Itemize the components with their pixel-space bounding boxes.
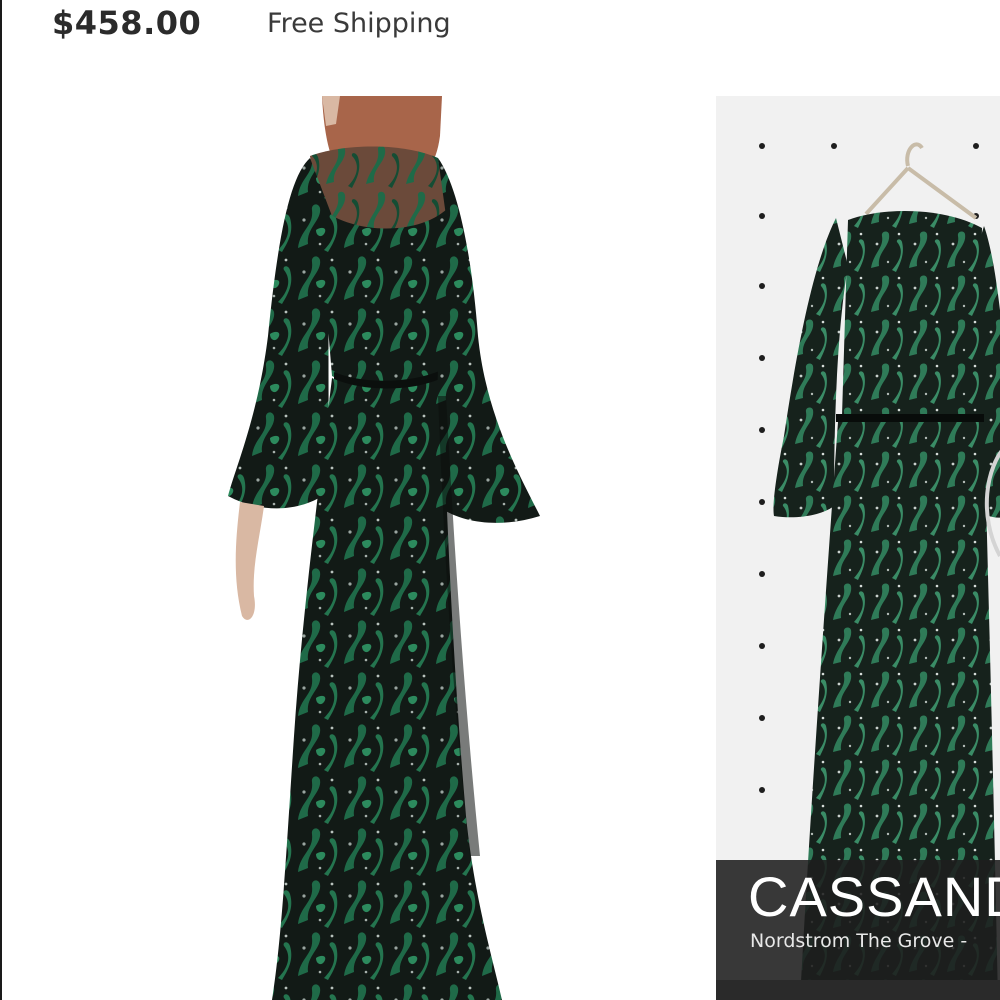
- caption-store-name: CASSAND: [748, 865, 1000, 928]
- product-photo-main[interactable]: [202, 96, 602, 1000]
- price-row: $458.00 Free Shipping: [2, 0, 1000, 60]
- listing-price: $458.00: [52, 4, 202, 42]
- product-photo-secondary[interactable]: CASSAND Nordstrom The Grove -: [716, 96, 1000, 1000]
- gown-back-view-image: [228, 96, 540, 1000]
- store-caption: CASSAND Nordstrom The Grove -: [716, 860, 1000, 980]
- caption-store-location: Nordstrom The Grove -: [750, 930, 968, 952]
- shipping-label: Free Shipping: [267, 8, 451, 39]
- listing-page: $458.00 Free Shipping CASSAND Nordstrom …: [0, 0, 1000, 1000]
- hanger-icon: [864, 142, 978, 220]
- floor-strip: [716, 980, 1000, 1000]
